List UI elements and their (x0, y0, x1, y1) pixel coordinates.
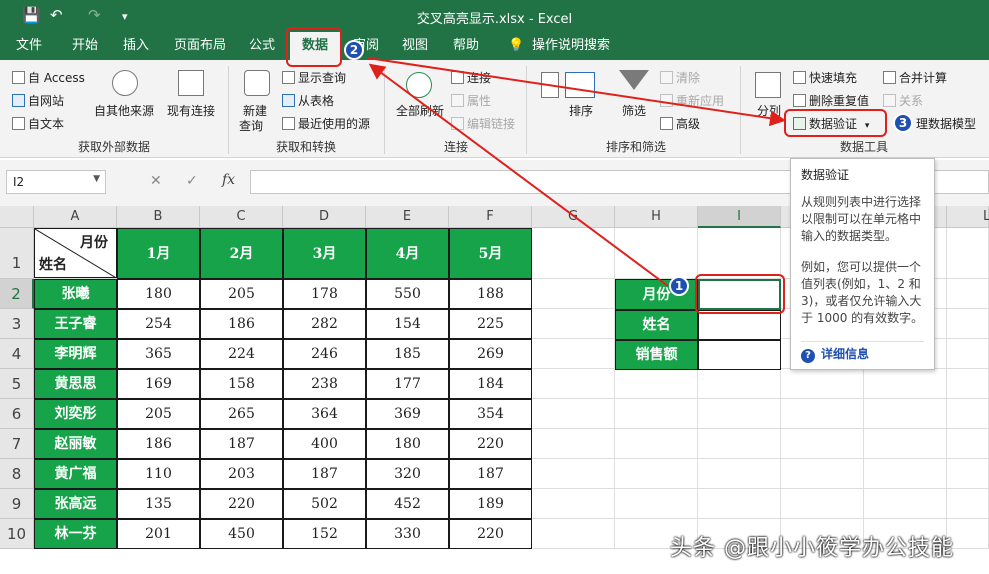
arrow-2-to-3 (367, 57, 786, 127)
arrow-1-to-2 (368, 63, 669, 287)
annotation-arrows (367, 57, 786, 287)
step-badge-3: 3 (893, 113, 913, 133)
highlight-data-tab (286, 27, 342, 67)
highlight-validation-button (784, 109, 887, 137)
step-badge-2: 2 (344, 40, 364, 60)
watermark: 头条 @跟小小筱学办公技能 (670, 536, 954, 561)
step-badge-1: 1 (669, 276, 689, 296)
highlight-target-cell (695, 274, 785, 314)
